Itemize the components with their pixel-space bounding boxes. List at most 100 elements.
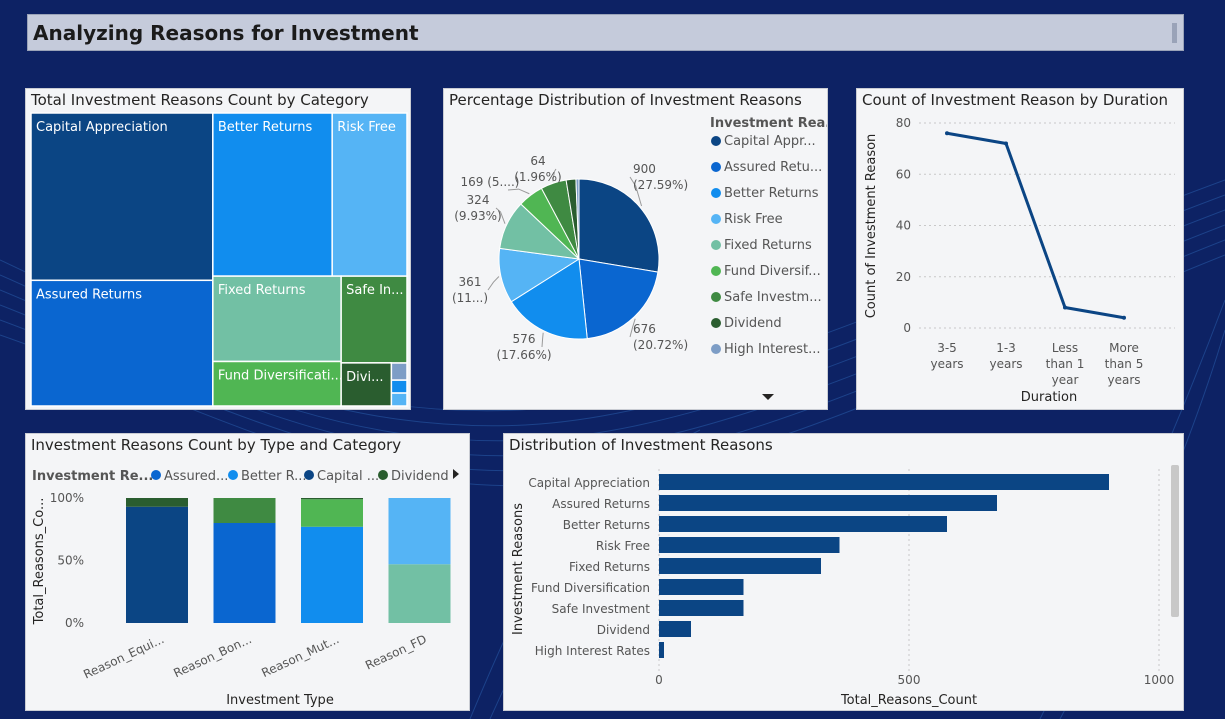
- line-x-tick: years: [1107, 373, 1140, 387]
- hbar-x-tick: 500: [898, 673, 921, 687]
- treemap-tile-label: Fixed Returns: [218, 283, 306, 298]
- stacked-legend-marker[interactable]: [378, 470, 388, 480]
- pie-data-label: 361: [459, 275, 482, 289]
- line-x-tick: year: [1052, 373, 1079, 387]
- pie-legend-label[interactable]: High Interest...: [724, 342, 821, 357]
- hbar-chart[interactable]: 0 500 1000 Capital Appreciation Assured Retu…: [504, 434, 1184, 711]
- pie-legend-marker[interactable]: [711, 344, 721, 354]
- stacked-legend-label[interactable]: Better R...: [241, 469, 307, 484]
- line-chart[interactable]: 0 20 40 60 80 3-5 years 1-3 years Less than 1 year M…: [857, 89, 1184, 410]
- stacked-bar-segment[interactable]: [301, 498, 363, 500]
- treemap-tile[interactable]: [331, 112, 408, 277]
- line-point[interactable]: [1122, 315, 1126, 320]
- stacked-legend-label[interactable]: Dividend: [391, 469, 449, 484]
- line-card[interactable]: Count of Investment Reason by Duration 0…: [856, 88, 1184, 410]
- stacked-bar-card[interactable]: Investment Reasons Count by Type and Cat…: [25, 433, 470, 711]
- hbar-bar[interactable]: [659, 579, 744, 595]
- stacked-x-tick: Reason_Mut...: [259, 632, 341, 680]
- treemap-tile-small[interactable]: [390, 379, 408, 394]
- hbar-bar[interactable]: [659, 495, 997, 511]
- treemap-chart[interactable]: Capital Appreciation Assured Returns Bette…: [26, 89, 411, 410]
- stacked-legend-label[interactable]: Assured...: [164, 469, 228, 484]
- line-x-tick: 1-3: [996, 341, 1016, 355]
- pie-legend-label[interactable]: Fund Diversif...: [724, 264, 821, 279]
- pie-leader-line: [541, 332, 544, 348]
- stacked-x-tick: Reason_FD: [363, 632, 429, 673]
- treemap-tile-label: Risk Free: [337, 120, 396, 135]
- pie-legend-marker[interactable]: [711, 188, 721, 198]
- stacked-legend-marker[interactable]: [228, 470, 238, 480]
- hbar-category-label: Fixed Returns: [569, 560, 650, 574]
- treemap-tile-small[interactable]: [390, 392, 408, 407]
- pie-legend-marker[interactable]: [711, 240, 721, 250]
- pie-chart[interactable]: 900 (27.59%) 676 (20.72%) 576 (17.66%) 361 (11.…: [444, 89, 828, 410]
- stacked-y-tick: 50%: [57, 554, 84, 568]
- line-series[interactable]: [946, 131, 1125, 320]
- line-point[interactable]: [1063, 305, 1067, 310]
- line-y-tick: 0: [903, 321, 911, 335]
- treemap-tile-label: Divi...: [346, 370, 383, 385]
- treemap-card[interactable]: Total Investment Reasons Count by Catego…: [25, 88, 411, 410]
- pie-legend-marker[interactable]: [711, 318, 721, 328]
- pie-data-label-pct: (11...): [452, 291, 488, 305]
- line-x-tick: 3-5: [937, 341, 957, 355]
- pie-legend-marker[interactable]: [711, 136, 721, 146]
- stacked-legend-label[interactable]: Capital ...: [317, 469, 379, 484]
- pie-data-label-pct: (1.96%): [514, 170, 561, 184]
- hbar-bar[interactable]: [659, 642, 664, 658]
- hbar-category-label: Dividend: [597, 623, 650, 637]
- hbar-bar[interactable]: [659, 537, 840, 553]
- legend-scroll-right-icon[interactable]: [453, 469, 459, 479]
- stacked-bar-segment[interactable]: [213, 523, 276, 623]
- stacked-bar-segment[interactable]: [388, 498, 451, 565]
- grip-handle-icon[interactable]: [1172, 23, 1177, 43]
- legend-scroll-down-icon[interactable]: [762, 394, 774, 400]
- hbar-bar[interactable]: [659, 600, 744, 616]
- pie-data-label-pct: (20.72%): [633, 338, 688, 352]
- pie-legend-marker[interactable]: [711, 292, 721, 302]
- stacked-bar-segment[interactable]: [213, 498, 276, 523]
- pie-legend-label[interactable]: Better Returns: [724, 186, 819, 201]
- hbar-bar[interactable]: [659, 558, 821, 574]
- line-x-tick: More: [1109, 341, 1139, 355]
- treemap-tile-small[interactable]: [390, 362, 408, 381]
- line-x-tick: than 1: [1046, 357, 1085, 371]
- stacked-bar-segment[interactable]: [301, 499, 363, 527]
- treemap-tile[interactable]: [212, 112, 333, 277]
- header-bar: Analyzing Reasons for Investment: [27, 14, 1184, 51]
- pie-legend-label[interactable]: Capital Appr...: [724, 134, 816, 149]
- stacked-bar-segment[interactable]: [388, 564, 451, 623]
- pie-legend-marker[interactable]: [711, 266, 721, 276]
- hbar-card[interactable]: Distribution of Investment Reasons 0 500 1…: [503, 433, 1184, 711]
- pie-data-label-pct: (17.66%): [496, 348, 551, 362]
- pie-slice[interactable]: [578, 178, 660, 273]
- treemap-tile[interactable]: [30, 112, 214, 282]
- hbar-bar[interactable]: [659, 621, 691, 637]
- hbar-bar[interactable]: [659, 516, 947, 532]
- pie-legend-marker[interactable]: [711, 162, 721, 172]
- line-point[interactable]: [945, 131, 949, 136]
- pie-legend-label[interactable]: Fixed Returns: [724, 238, 812, 253]
- hbar-scrollbar[interactable]: [1171, 465, 1179, 617]
- line-x-tick: years: [989, 357, 1022, 371]
- pie-legend-marker[interactable]: [711, 214, 721, 224]
- stacked-bar-segment[interactable]: [301, 526, 363, 623]
- pie-legend-label[interactable]: Assured Retu...: [724, 160, 822, 175]
- stacked-bar-segment[interactable]: [126, 498, 188, 507]
- pie-data-label: 576: [513, 332, 536, 346]
- pie-legend-label[interactable]: Dividend: [724, 316, 782, 331]
- line-point[interactable]: [1004, 141, 1008, 146]
- pie-card[interactable]: Percentage Distribution of Investment Re…: [443, 88, 828, 410]
- hbar-x-tick: 1000: [1144, 673, 1175, 687]
- pie-legend-label[interactable]: Risk Free: [724, 212, 783, 227]
- hbar-bar[interactable]: [659, 474, 1109, 490]
- stacked-legend-title: Investment Re...: [32, 469, 153, 484]
- stacked-bar-segment[interactable]: [126, 506, 188, 623]
- hbar-category-label: Fund Diversification: [531, 581, 650, 595]
- stacked-legend-marker[interactable]: [304, 470, 314, 480]
- stacked-legend-marker[interactable]: [151, 470, 161, 480]
- pie-legend-label[interactable]: Safe Investm...: [724, 290, 822, 305]
- hbar-category-label: Assured Returns: [552, 497, 650, 511]
- stacked-bar-chart[interactable]: Investment Re... Assured... Better R... Cap…: [26, 434, 470, 711]
- line-y-tick: 80: [896, 116, 911, 130]
